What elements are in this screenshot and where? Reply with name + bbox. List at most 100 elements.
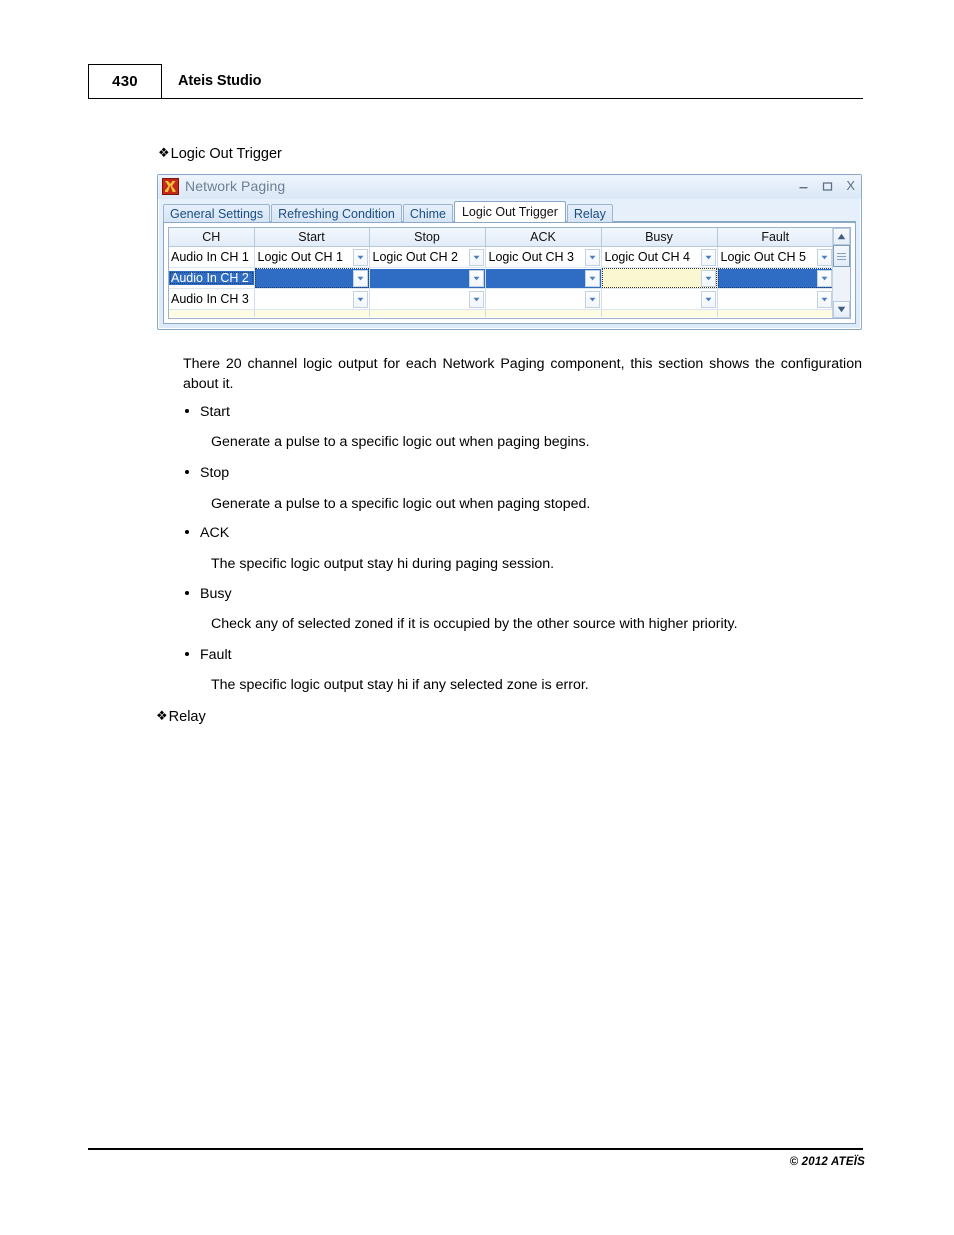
chevron-down-icon[interactable] [584, 290, 600, 308]
tab-logic-out-trigger[interactable]: Logic Out Trigger [453, 201, 566, 222]
chevron-down-icon[interactable] [817, 269, 832, 287]
cell-busy[interactable] [601, 267, 718, 289]
column-header-ch[interactable]: CH [169, 228, 255, 247]
table-new-row[interactable] [169, 309, 833, 317]
scroll-down-icon[interactable] [833, 301, 850, 318]
combo-stop-value: Logic Out CH 2 [372, 250, 458, 264]
chevron-down-icon[interactable] [468, 269, 484, 287]
cell-stop[interactable] [369, 309, 486, 317]
chevron-down-icon[interactable] [700, 290, 716, 308]
combo-start[interactable] [254, 268, 369, 288]
chevron-down-icon[interactable] [817, 248, 832, 266]
cell-fault[interactable] [717, 288, 834, 310]
combo-stop[interactable] [369, 268, 485, 288]
minimize-icon[interactable] [798, 181, 809, 192]
chevron-down-icon[interactable] [352, 290, 368, 308]
vertical-scrollbar[interactable] [832, 228, 850, 318]
cell-ch[interactable]: Audio In CH 2 [169, 267, 255, 289]
cell-busy[interactable] [601, 309, 718, 317]
combo-ack[interactable]: Logic Out CH 3 [486, 248, 601, 267]
cell-fault[interactable]: Logic Out CH 5 [717, 246, 834, 268]
chevron-down-icon[interactable] [584, 248, 600, 266]
section-heading-logic-out-trigger: ❖Logic Out Trigger [158, 145, 282, 162]
cell-start[interactable] [254, 288, 370, 310]
cell-ch[interactable]: Audio In CH 1 [169, 246, 255, 268]
header-divider [162, 98, 863, 100]
chevron-down-icon[interactable] [468, 290, 484, 308]
network-paging-window[interactable]: Network Paging X General Settings Refres… [157, 174, 862, 330]
column-header-ack[interactable]: ACK [485, 228, 602, 247]
scroll-up-icon[interactable] [833, 228, 850, 245]
diamond-bullet-icon: ❖ [158, 145, 170, 160]
combo-fault[interactable] [718, 290, 834, 309]
bullet-dot-icon [185, 652, 189, 656]
window-titlebar[interactable]: Network Paging X [158, 175, 861, 199]
cell-busy[interactable] [601, 288, 718, 310]
intro-paragraph: There 20 channel logic output for each N… [183, 356, 862, 392]
cell-fault[interactable] [717, 309, 833, 317]
bullet-dot-icon [185, 470, 189, 474]
tab-chime[interactable]: Chime [402, 204, 453, 222]
ateis-app-icon [162, 178, 179, 195]
cell-ack[interactable] [485, 267, 602, 289]
scrollbar-track[interactable] [833, 245, 850, 301]
combo-busy[interactable] [601, 268, 717, 288]
cell-start[interactable]: Logic Out CH 1 [254, 246, 370, 268]
cell-ch[interactable]: Audio In CH 3 [169, 288, 255, 310]
window-controls: X [798, 177, 855, 195]
tab-refreshing-condition[interactable]: Refreshing Condition [271, 204, 402, 222]
combo-stop[interactable]: Logic Out CH 2 [370, 248, 485, 267]
cell-ch-label: Audio In CH 2 [169, 271, 254, 285]
tab-relay[interactable]: Relay [566, 204, 613, 222]
bullet-dot-icon [185, 409, 189, 413]
chevron-down-icon[interactable] [817, 290, 832, 308]
chevron-down-icon[interactable] [468, 248, 484, 266]
chevron-down-icon[interactable] [584, 269, 600, 287]
cell-ch[interactable] [169, 309, 255, 317]
chevron-down-icon[interactable] [700, 248, 716, 266]
logic-out-trigger-table: CH Start Stop ACK Busy Fault Audio In CH… [169, 228, 833, 317]
chevron-down-icon[interactable] [700, 269, 716, 287]
combo-start[interactable] [255, 290, 369, 309]
column-header-fault[interactable]: Fault [717, 228, 833, 247]
combo-start[interactable]: Logic Out CH 1 [255, 248, 369, 267]
combo-ack[interactable] [486, 290, 601, 309]
data-grid-container: CH Start Stop ACK Busy Fault Audio In CH… [168, 227, 851, 319]
scrollbar-thumb[interactable] [833, 245, 850, 267]
combo-busy[interactable]: Logic Out CH 4 [602, 248, 717, 267]
cell-start[interactable] [254, 267, 370, 289]
column-header-busy[interactable]: Busy [601, 228, 718, 247]
tab-general-settings[interactable]: General Settings [163, 204, 271, 222]
cell-ack[interactable]: Logic Out CH 3 [485, 246, 602, 268]
combo-fault-value: Logic Out CH 5 [720, 250, 806, 264]
maximize-icon[interactable] [822, 181, 833, 192]
cell-start[interactable] [254, 309, 370, 317]
table-row[interactable]: Audio In CH 3 [169, 288, 834, 310]
cell-stop[interactable] [369, 288, 486, 310]
chevron-down-icon[interactable] [352, 248, 368, 266]
cell-stop[interactable]: Logic Out CH 2 [369, 246, 486, 268]
cell-stop[interactable] [369, 267, 486, 289]
combo-fault[interactable]: Logic Out CH 5 [718, 248, 834, 267]
combo-busy[interactable] [602, 290, 717, 309]
window-title: Network Paging [185, 178, 286, 194]
bullet-busy-description: Check any of selected zoned if it is occ… [211, 616, 738, 632]
cell-fault[interactable] [717, 267, 833, 289]
combo-fault[interactable] [717, 268, 833, 288]
column-header-start[interactable]: Start [254, 228, 370, 247]
cell-ack[interactable] [485, 309, 602, 317]
close-icon[interactable]: X [846, 177, 855, 195]
footer-divider [88, 1148, 863, 1150]
data-grid: CH Start Stop ACK Busy Fault Audio In CH… [169, 228, 833, 318]
chevron-down-icon[interactable] [352, 269, 368, 287]
cell-ack[interactable] [485, 288, 602, 310]
section-heading-relay: ❖Relay [156, 708, 206, 725]
combo-ack-value: Logic Out CH 3 [488, 250, 574, 264]
cell-busy[interactable]: Logic Out CH 4 [601, 246, 718, 268]
table-row[interactable]: Audio In CH 2 [169, 267, 833, 289]
combo-ack[interactable] [485, 268, 601, 288]
table-row[interactable]: Audio In CH 1 Logic Out CH 1 Logic Out C… [169, 246, 834, 268]
column-header-stop[interactable]: Stop [369, 228, 486, 247]
bullet-stop-label: Stop [200, 465, 230, 481]
combo-stop[interactable] [370, 290, 485, 309]
